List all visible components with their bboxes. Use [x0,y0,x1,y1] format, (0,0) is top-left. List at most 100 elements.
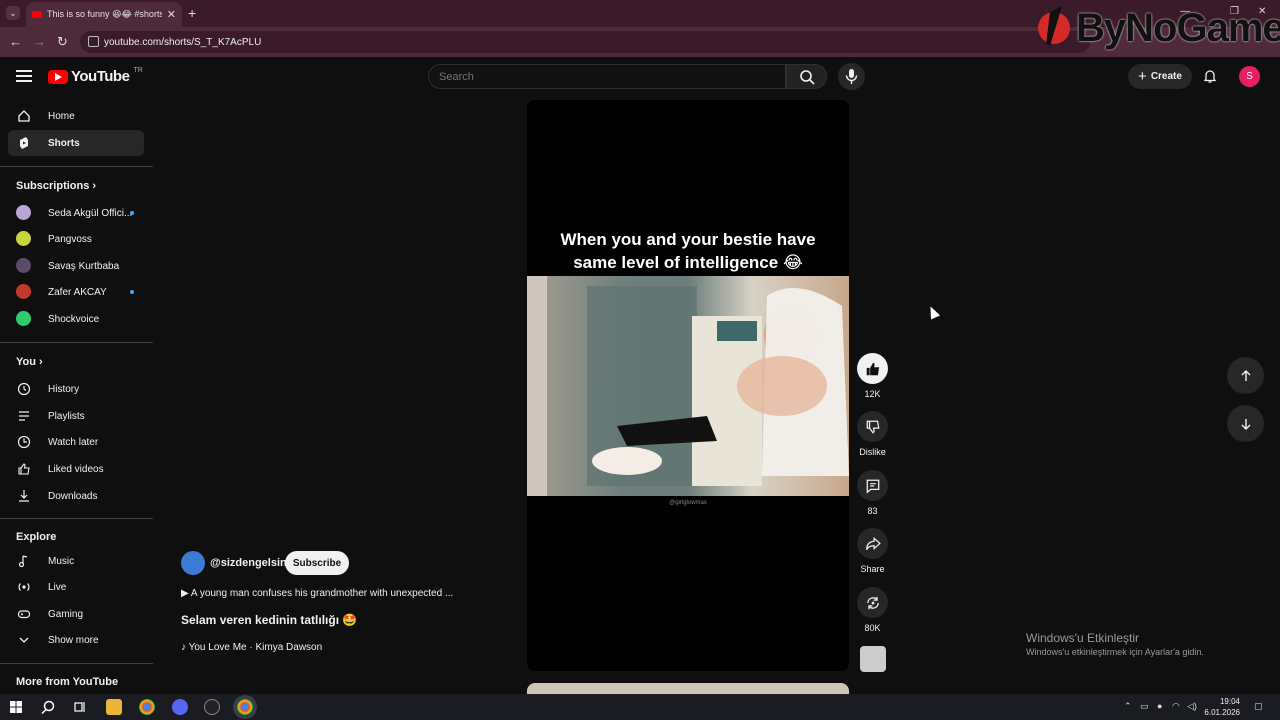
windows-start-icon[interactable] [8,699,24,715]
sidebar-item-shorts[interactable]: Shorts [8,130,144,156]
create-button[interactable]: + Create [1128,64,1192,89]
subscription-item[interactable]: Shockvoice [8,306,144,332]
gaming-icon [17,610,31,619]
clock-icon [17,435,31,449]
account-avatar[interactable]: S [1239,66,1260,87]
microphone-icon [845,69,858,84]
you-heading[interactable]: You › [16,356,43,368]
subscription-item[interactable]: Seda Akgül Offici... [8,200,144,226]
share-action[interactable]: Share [857,528,888,574]
app-icon[interactable] [204,699,220,715]
address-bar[interactable]: youtube.com/shorts/S_T_K7AcPLU [80,31,1090,53]
like-button[interactable] [857,353,888,384]
video-frame [527,276,849,496]
arrow-down-icon [1241,418,1250,430]
notifications-icon[interactable]: ▢ [1254,701,1263,712]
reload-icon[interactable]: ↻ [57,34,68,50]
subscription-item[interactable]: Pangvoss [8,226,144,252]
browser-tab[interactable]: This is so funny 😆😂 #shorts ✕ [26,2,182,27]
remix-action[interactable]: 80K [857,587,888,633]
playlists-icon [19,411,29,421]
file-explorer-icon[interactable] [106,699,122,715]
divider [0,342,153,343]
dislike-label: Dislike [859,447,886,457]
volume-icon[interactable]: ◁) [1187,701,1197,712]
sidebar-item-liked-videos[interactable]: Liked videos [8,456,144,482]
subscribe-button[interactable]: Subscribe [285,551,349,575]
site-info-icon[interactable] [88,36,99,47]
chrome-icon[interactable] [139,699,155,715]
sidebar-item-watch-later[interactable]: Watch later [8,429,144,455]
channel-name: Savaş Kurtbaba [48,260,120,272]
notifications-bell-icon[interactable] [1202,68,1218,84]
sidebar-item-history[interactable]: History [8,376,144,402]
sidebar-item-label: Home [48,110,75,122]
sidebar-item-music[interactable]: Music [8,548,144,574]
tray-overflow-icon[interactable]: ⌃ [1124,701,1132,712]
music-link[interactable]: ♪ You Love Me · Kimya Dawson [181,642,322,653]
live-icon [18,583,30,591]
comments-button[interactable] [857,470,888,501]
back-icon[interactable]: ← [9,34,22,49]
tab-close-icon[interactable]: ✕ [167,8,176,21]
battery-icon[interactable]: ▭ [1140,701,1149,712]
search-button[interactable] [786,64,827,89]
sound-thumbnail[interactable] [860,646,886,672]
dislike-action[interactable]: Dislike [857,411,888,457]
channel-avatar[interactable] [181,551,205,575]
explore-heading: Explore [16,531,57,543]
hamburger-menu-icon[interactable] [16,70,32,82]
forward-icon[interactable]: → [33,34,46,49]
activation-subtitle: Windows'u etkinleştirmek için Ayarlar'a … [1026,647,1204,657]
music-note-icon [18,555,28,568]
divider [0,166,153,167]
search-input[interactable] [428,64,786,89]
channel-handle[interactable]: @sizdengelsin [210,557,287,569]
network-icon[interactable]: ◠ [1172,701,1180,712]
clock-date: 6.01.2026 [1204,708,1240,717]
shorts-video-player[interactable]: When you and your bestie have same level… [527,100,849,671]
sidebar-item-playlists[interactable]: Playlists [8,403,144,429]
sidebar-item-show-more[interactable]: Show more [8,627,144,653]
next-short-button[interactable] [1227,405,1264,442]
channel-avatar [16,231,31,246]
tab-list-button[interactable]: ⌄ [6,6,20,20]
youtube-logo[interactable]: YouTube TR [48,67,143,85]
subscriptions-heading[interactable]: Subscriptions › [16,180,96,192]
app-icon[interactable] [172,699,188,715]
sidebar-item-downloads[interactable]: Downloads [8,483,144,509]
dislike-button[interactable] [857,411,888,442]
share-icon [865,536,881,550]
video-handle-watermark: @girlglowmax [669,500,707,506]
video-description[interactable]: ▶ A young man confuses his grandmother w… [181,588,453,599]
subscription-item[interactable]: Savaş Kurtbaba [8,253,144,279]
subscription-item[interactable]: Zafer AKCAY [8,279,144,305]
new-content-dot [130,211,134,215]
sidebar-item-live[interactable]: Live [8,574,144,600]
system-clock[interactable]: 19:04 6.01.2026 [1200,696,1240,718]
share-button[interactable] [857,528,888,559]
task-view-icon[interactable] [72,699,88,715]
channel-avatar [16,205,31,220]
chevron-right-icon: › [92,180,97,192]
sidebar-item-label: Watch later [48,436,99,448]
previous-short-button[interactable] [1227,357,1264,394]
sidebar-item-label: History [48,383,80,395]
channel-name: Zafer AKCAY [48,286,107,298]
sidebar-item-gaming[interactable]: Gaming [8,601,144,627]
video-title[interactable]: Selam veren kedinin tatlılığı 🤩 [181,613,357,627]
microphone-icon[interactable]: ● [1157,701,1162,711]
sidebar-item-label: Show more [48,634,99,646]
comments-action[interactable]: 83 [857,470,888,516]
video-scene-image [527,276,849,496]
chrome-active-icon[interactable] [237,699,253,715]
new-tab-button[interactable]: + [188,5,196,21]
like-action[interactable]: 12K [857,353,888,399]
sidebar-item-home[interactable]: Home [8,103,144,129]
remix-button[interactable] [857,587,888,618]
voice-search-button[interactable] [838,63,865,90]
channel-name: Pangvoss [48,233,92,245]
thumbs-up-icon [866,362,879,375]
search-icon[interactable] [40,699,56,715]
youtube-favicon-icon [32,11,42,18]
